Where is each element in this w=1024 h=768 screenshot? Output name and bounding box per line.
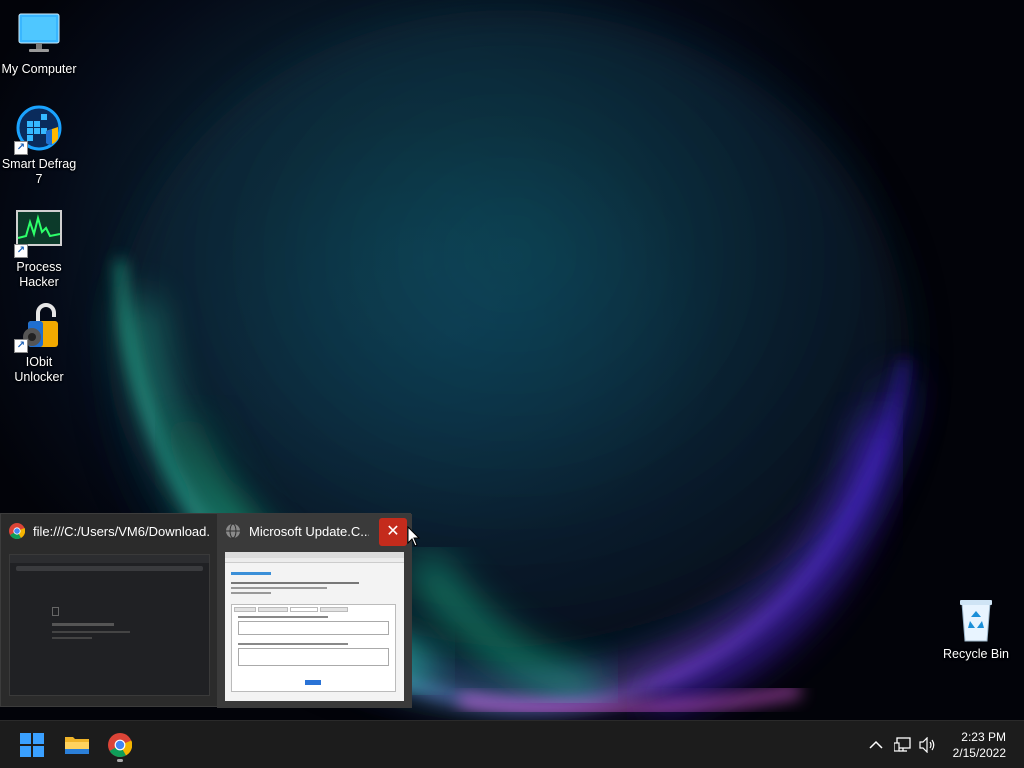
globe-icon bbox=[225, 523, 241, 539]
thumbnail-header: file:///C:/Users/VM6/Download... bbox=[1, 514, 217, 548]
close-window-button[interactable]: ✕ bbox=[379, 518, 407, 546]
shortcut-arrow-icon: ↗ bbox=[14, 244, 28, 258]
thumbnail-window-2[interactable]: Microsoft Update.C... ✕ bbox=[217, 514, 412, 708]
taskbar: 2:23 PM 2/15/2022 bbox=[0, 720, 1024, 768]
volume-icon bbox=[919, 737, 935, 753]
recycle-bin-icon bbox=[951, 595, 1001, 645]
show-hidden-icons-button[interactable] bbox=[866, 735, 886, 755]
monitor-icon bbox=[14, 10, 64, 60]
desktop-icon-process-hacker[interactable]: ↗ Process Hacker bbox=[0, 208, 78, 290]
taskbar-thumbnail-preview: file:///C:/Users/VM6/Download... Microso… bbox=[0, 513, 412, 708]
desktop-icon-label: IObit Unlocker bbox=[14, 355, 64, 384]
chrome-icon bbox=[9, 523, 25, 539]
desktop-icon-recycle-bin[interactable]: Recycle Bin bbox=[936, 595, 1016, 662]
clock-date: 2/15/2022 bbox=[952, 746, 1006, 760]
iobit-unlocker-icon: ↗ bbox=[14, 303, 64, 353]
mouse-cursor-icon bbox=[407, 526, 421, 547]
volume-icon-button[interactable] bbox=[918, 735, 938, 755]
thumbnail-header: Microsoft Update.C... ✕ bbox=[217, 514, 412, 548]
thumbnail-content bbox=[225, 552, 404, 701]
network-icon-button[interactable] bbox=[893, 735, 913, 755]
thumbnail-title: Microsoft Update.C... bbox=[249, 523, 369, 539]
chevron-up-icon bbox=[869, 740, 883, 749]
shortcut-arrow-icon: ↗ bbox=[14, 141, 28, 155]
desktop-icon-label: Recycle Bin bbox=[943, 647, 1009, 661]
desktop: My Computer ↗ Smart Defrag 7 ↗ Process H… bbox=[0, 0, 1024, 720]
desktop-icon-iobit-unlocker[interactable]: ↗ IObit Unlocker bbox=[0, 303, 78, 385]
chrome-icon bbox=[108, 733, 132, 757]
thumbnail-title: file:///C:/Users/VM6/Download... bbox=[33, 523, 209, 539]
shortcut-arrow-icon: ↗ bbox=[14, 339, 28, 353]
smart-defrag-icon: ↗ bbox=[14, 105, 64, 155]
running-indicator bbox=[117, 759, 123, 762]
clock[interactable]: 2:23 PM 2/15/2022 bbox=[953, 729, 1006, 761]
network-icon bbox=[894, 737, 911, 752]
desktop-icon-label: Smart Defrag 7 bbox=[1, 157, 77, 186]
clock-time: 2:23 PM bbox=[961, 730, 1006, 744]
start-button[interactable] bbox=[12, 725, 52, 765]
thumbnail-content bbox=[9, 554, 210, 696]
desktop-icon-smart-defrag[interactable]: ↗ Smart Defrag 7 bbox=[0, 105, 78, 187]
desktop-icon-label: My Computer bbox=[1, 62, 77, 76]
thumbnail-window-1[interactable]: file:///C:/Users/VM6/Download... bbox=[1, 514, 217, 708]
folder-icon bbox=[65, 737, 89, 754]
desktop-icon-label: Process Hacker bbox=[16, 260, 62, 289]
file-explorer-button[interactable] bbox=[57, 725, 97, 765]
desktop-icon-my-computer[interactable]: My Computer bbox=[0, 10, 78, 77]
windows-logo-icon bbox=[20, 733, 44, 757]
process-hacker-icon: ↗ bbox=[14, 208, 64, 258]
